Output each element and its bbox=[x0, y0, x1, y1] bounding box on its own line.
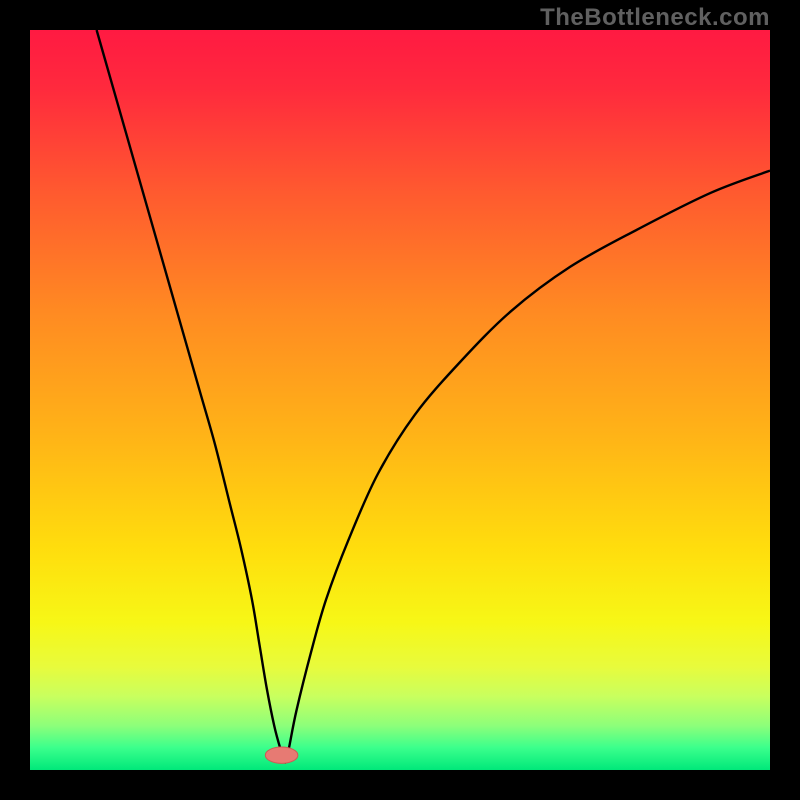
watermark-text: TheBottleneck.com bbox=[540, 4, 770, 32]
gradient-background bbox=[30, 30, 770, 770]
plot-area bbox=[30, 30, 770, 770]
minimum-marker bbox=[265, 747, 298, 763]
bottleneck-chart bbox=[30, 30, 770, 770]
chart-frame: TheBottleneck.com bbox=[0, 0, 800, 800]
